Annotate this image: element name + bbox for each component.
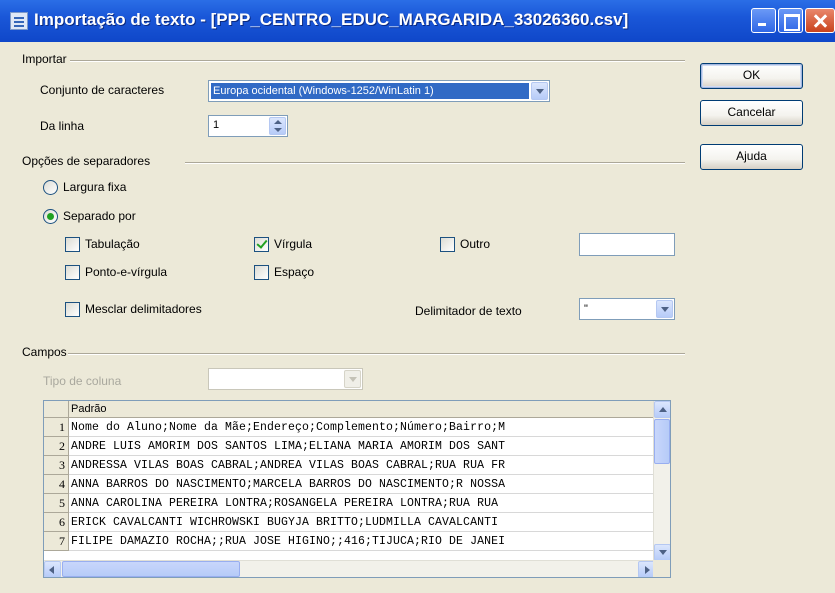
comma-label[interactable]: Vírgula <box>274 237 312 251</box>
title-bar[interactable]: Importação de texto - [PPP_CENTRO_EDUC_M… <box>0 0 835 42</box>
table-row[interactable]: 1 Nome do Aluno;Nome da Mãe;Endereço;Com… <box>44 418 655 437</box>
space-checkbox[interactable] <box>254 265 269 280</box>
row-number: 6 <box>44 513 69 532</box>
import-separator <box>70 60 685 62</box>
space-label[interactable]: Espaço <box>274 265 314 279</box>
row-text: ANDRE LUIS AMORIM DOS SANTOS LIMA;ELIANA… <box>71 440 506 453</box>
import-group-title: Importar <box>22 52 67 66</box>
separators-separator <box>185 162 685 164</box>
table-row[interactable]: 7 FILIPE DAMAZIO ROCHA;;RUA JOSE HIGINO;… <box>44 532 655 551</box>
comma-checkbox[interactable] <box>254 237 269 252</box>
document-icon <box>10 12 28 30</box>
vertical-scrollbar[interactable] <box>653 401 670 561</box>
chevron-down-icon[interactable] <box>531 82 548 100</box>
fields-separator <box>68 353 685 355</box>
grid-rows: 1 Nome do Aluno;Nome da Mãe;Endereço;Com… <box>44 418 655 561</box>
horizontal-scrollbar[interactable] <box>44 560 655 577</box>
row-number: 2 <box>44 437 69 456</box>
chevron-down-icon[interactable] <box>656 300 673 318</box>
tab-label[interactable]: Tabulação <box>85 237 140 251</box>
spin-arrows-icon[interactable] <box>269 117 286 135</box>
column-header[interactable]: Padrão <box>69 401 655 418</box>
from-row-spinner[interactable]: 1 <box>208 115 288 137</box>
scroll-down-icon[interactable] <box>654 544 670 561</box>
vertical-scroll-thumb[interactable] <box>654 419 670 464</box>
scroll-left-icon[interactable] <box>44 561 61 577</box>
help-button[interactable]: Ajuda <box>700 144 803 170</box>
row-number: 7 <box>44 532 69 551</box>
horizontal-scroll-thumb[interactable] <box>62 561 240 577</box>
table-row[interactable]: 6 ERICK CAVALCANTI WICHROWSKI BUGYJA BRI… <box>44 513 655 532</box>
row-text: Nome do Aluno;Nome da Mãe;Endereço;Compl… <box>71 421 506 434</box>
row-text: ANDRESSA VILAS BOAS CABRAL;ANDREA VILAS … <box>71 459 506 472</box>
charset-select[interactable]: Europa ocidental (Windows-1252/WinLatin … <box>208 80 550 102</box>
text-delimiter-label: Delimitador de texto <box>415 304 522 318</box>
row-text: ANNA CAROLINA PEREIRA LONTRA;ROSANGELA P… <box>71 497 499 510</box>
column-type-label: Tipo de coluna <box>43 374 122 388</box>
fields-group-title: Campos <box>22 345 67 359</box>
merge-delimiters-label[interactable]: Mesclar delimitadores <box>85 302 202 316</box>
preview-grid[interactable]: Padrão 1 Nome do Aluno;Nome da Mãe;Ender… <box>43 400 671 578</box>
charset-label: Conjunto de caracteres <box>40 83 165 97</box>
column-type-value <box>211 371 342 387</box>
fixed-width-label[interactable]: Largura fixa <box>63 180 126 194</box>
chevron-down-icon <box>344 370 361 388</box>
row-text: FILIPE DAMAZIO ROCHA;;RUA JOSE HIGINO;;4… <box>71 535 506 548</box>
row-text: ERICK CAVALCANTI WICHROWSKI BUGYJA BRITT… <box>71 516 499 529</box>
text-delimiter-select[interactable]: " <box>579 298 675 320</box>
row-number: 1 <box>44 418 69 437</box>
tab-checkbox[interactable] <box>65 237 80 252</box>
charset-value: Europa ocidental (Windows-1252/WinLatin … <box>211 83 529 99</box>
fixed-width-radio[interactable] <box>43 180 58 195</box>
separated-by-label[interactable]: Separado por <box>63 209 136 223</box>
table-row[interactable]: 2 ANDRE LUIS AMORIM DOS SANTOS LIMA;ELIA… <box>44 437 655 456</box>
other-input[interactable] <box>579 233 675 256</box>
row-number: 4 <box>44 475 69 494</box>
table-row[interactable]: 4 ANNA BARROS DO NASCIMENTO;MARCELA BARR… <box>44 475 655 494</box>
window-title: Importação de texto - [PPP_CENTRO_EDUC_M… <box>34 10 629 29</box>
ok-button[interactable]: OK <box>700 63 803 89</box>
separated-by-radio[interactable] <box>43 209 58 224</box>
from-row-label: Da linha <box>40 119 85 133</box>
semicolon-label[interactable]: Ponto-e-vírgula <box>85 265 167 279</box>
minimize-button[interactable] <box>751 8 776 33</box>
from-row-value: 1 <box>213 119 220 131</box>
column-type-select[interactable] <box>208 368 363 390</box>
close-button[interactable] <box>805 8 835 33</box>
grid-corner <box>44 401 69 418</box>
table-row[interactable]: 3 ANDRESSA VILAS BOAS CABRAL;ANDREA VILA… <box>44 456 655 475</box>
other-checkbox[interactable] <box>440 237 455 252</box>
other-label[interactable]: Outro <box>460 237 490 251</box>
scroll-up-icon[interactable] <box>654 401 670 418</box>
semicolon-checkbox[interactable] <box>65 265 80 280</box>
table-row[interactable]: 5 ANNA CAROLINA PEREIRA LONTRA;ROSANGELA… <box>44 494 655 513</box>
scrollbar-corner <box>653 560 670 577</box>
row-number: 3 <box>44 456 69 475</box>
row-number: 5 <box>44 494 69 513</box>
separators-group-title: Opções de separadores <box>22 154 151 168</box>
merge-delimiters-checkbox[interactable] <box>65 302 80 317</box>
text-delimiter-value: " <box>584 303 588 315</box>
maximize-button[interactable] <box>778 8 803 33</box>
cancel-button[interactable]: Cancelar <box>700 100 803 126</box>
row-text: ANNA BARROS DO NASCIMENTO;MARCELA BARROS… <box>71 478 506 491</box>
